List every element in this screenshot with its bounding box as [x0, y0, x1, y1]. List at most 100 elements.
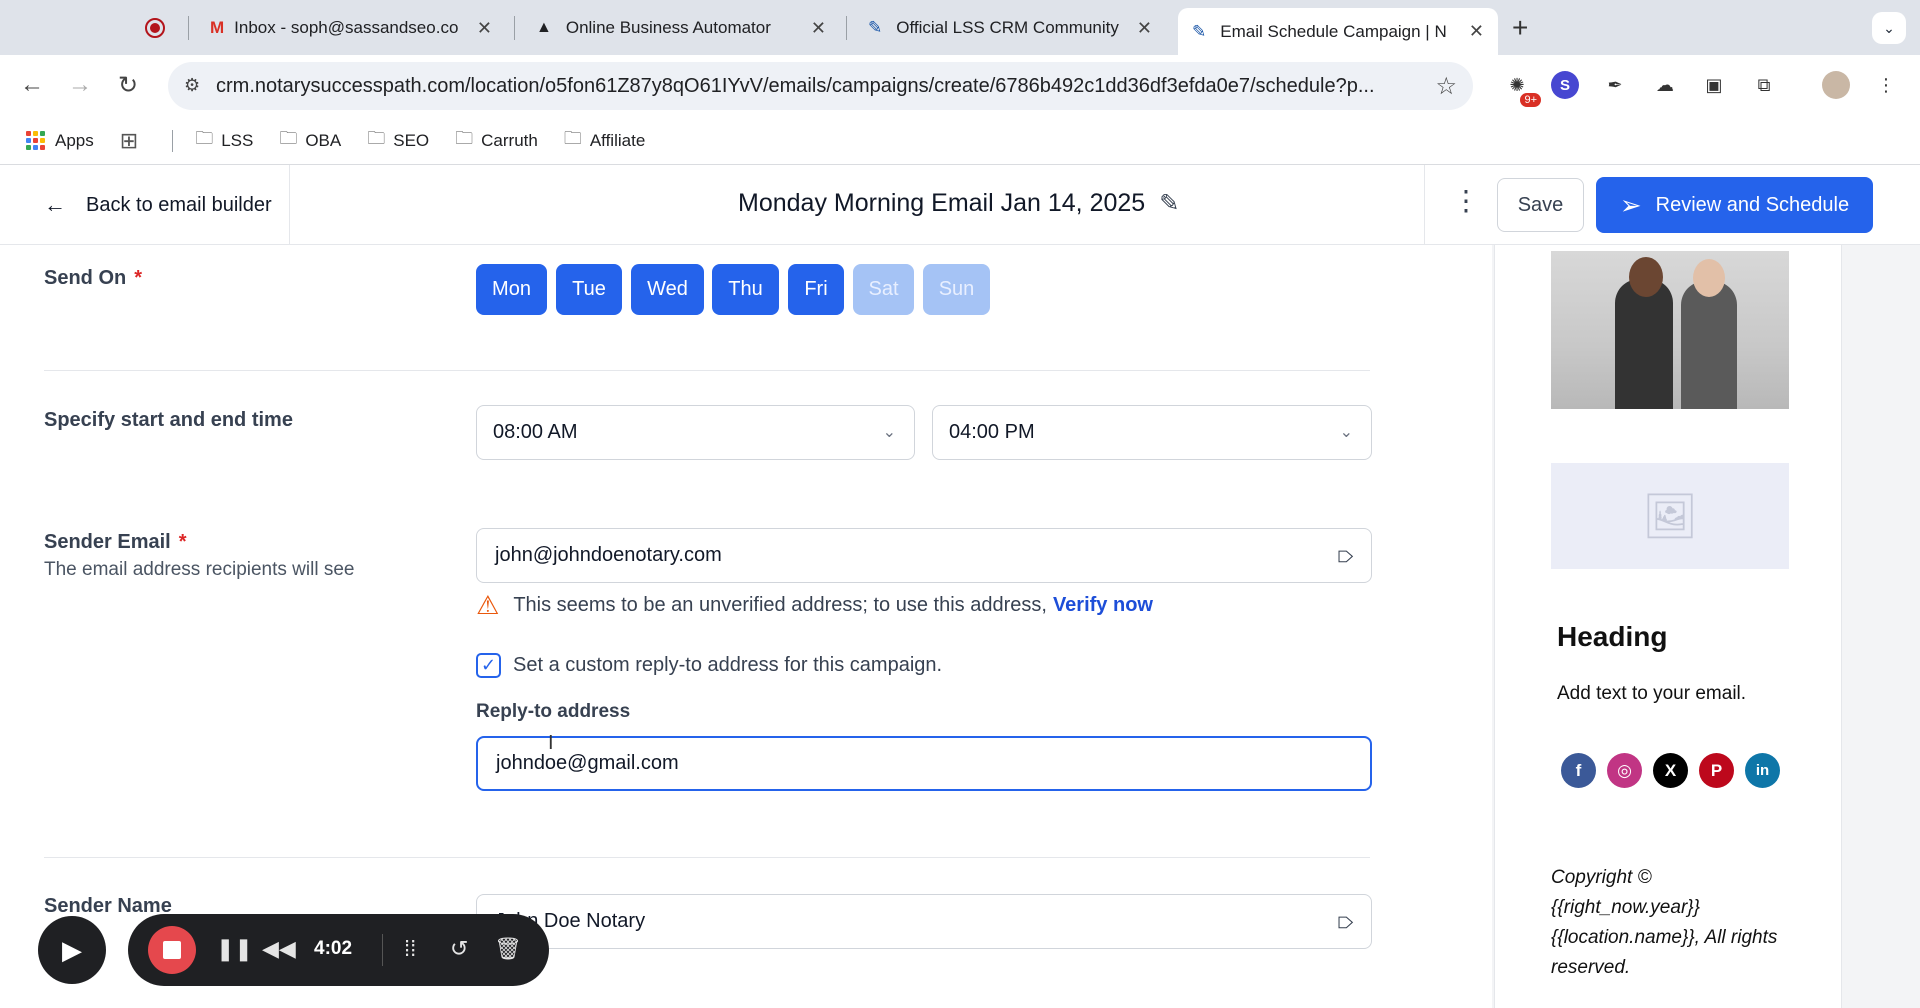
folder-icon: 🗀: [195, 127, 214, 148]
send-icon: ➢: [1619, 189, 1642, 220]
eyedropper-icon[interactable]: ✒: [1601, 71, 1629, 99]
grid-icon[interactable]: ⁞⁞: [404, 936, 416, 962]
tab-search-chevron-icon[interactable]: ⌄: [1872, 12, 1906, 44]
edit-pencil-icon[interactable]: ✎: [1159, 189, 1179, 218]
tag-icon[interactable]: ⌂: [1332, 915, 1363, 931]
tab-gmail[interactable]: M Inbox - soph@sassandseo.co ✕: [196, 8, 506, 48]
instagram-icon: ◎: [1607, 753, 1642, 788]
close-icon[interactable]: ✕: [1469, 21, 1484, 42]
recorder-separator: [382, 934, 383, 966]
preview-heading: Heading: [1557, 621, 1668, 652]
extension-s-icon[interactable]: S: [1551, 71, 1579, 99]
extension-notification-icon[interactable]: ✺ 9+: [1503, 71, 1541, 107]
chevron-down-icon: ⌄: [1339, 424, 1353, 441]
reply-to-input[interactable]: johndoe@gmail.com: [476, 736, 1372, 791]
tab-groups-icon[interactable]: ⊞: [120, 128, 146, 154]
reload-icon[interactable]: ↻: [118, 71, 138, 100]
bookmark-folder-affiliate[interactable]: 🗀 Affiliate: [564, 126, 645, 156]
close-icon[interactable]: ✕: [1137, 18, 1152, 39]
day-toggle-fri[interactable]: Fri: [788, 264, 844, 315]
sender-name-input[interactable]: John Doe Notary ⌂: [476, 894, 1372, 949]
tab-online-business-automator[interactable]: ▲ Online Business Automator ✕: [522, 8, 840, 48]
tab-separator: [846, 16, 847, 40]
tab-separator: [188, 16, 189, 40]
day-toggle-wed[interactable]: Wed: [631, 264, 704, 315]
bookmarks-bar: Apps ⊞ 🗀 LSS 🗀 OBA 🗀 SEO 🗀 Carruth 🗀 Affiliat…: [0, 117, 1920, 165]
day-toggle-sun[interactable]: Sun: [923, 264, 990, 315]
feather-icon: ✎: [1192, 21, 1207, 41]
social-icons: f ◎ X P in: [1561, 753, 1780, 788]
profile-avatar[interactable]: [1822, 71, 1850, 99]
header-divider: [1424, 165, 1425, 245]
bookmark-folder-seo[interactable]: 🗀 SEO: [367, 126, 429, 156]
bookmark-separator: [172, 129, 174, 152]
stop-recording-button[interactable]: [148, 926, 196, 974]
start-time-select[interactable]: 08:00 AM ⌄: [476, 405, 915, 460]
site-settings-icon[interactable]: ⚙: [184, 75, 200, 96]
address-bar[interactable]: ⚙ crm.notarysuccesspath.com/location/o5f…: [168, 62, 1473, 110]
gmail-icon: M: [210, 18, 225, 37]
new-tab-button[interactable]: +: [1512, 12, 1528, 44]
preview-copyright: Copyright © {{right_now.year}} {{locatio…: [1551, 867, 1778, 978]
x-icon: X: [1653, 753, 1688, 788]
send-on-label: Send On *: [44, 267, 143, 289]
tab-email-schedule-campaign[interactable]: ✎ Email Schedule Campaign | N ✕: [1178, 8, 1498, 55]
bookmark-folder-lss[interactable]: 🗀 LSS: [195, 126, 253, 156]
apps-grid-icon: [26, 131, 45, 150]
recorder-camera-icon[interactable]: ▶: [38, 916, 106, 984]
photo-person-left: [1615, 257, 1673, 409]
unverified-address-warning: ⚠ This seems to be an unverified address…: [476, 590, 1153, 620]
save-button[interactable]: Save: [1497, 178, 1584, 232]
image-placeholder-icon: 🖼: [1551, 463, 1789, 569]
trash-icon[interactable]: 🗑: [494, 936, 522, 962]
recording-timer: 4:02: [314, 938, 353, 959]
more-options-icon[interactable]: ⋮: [1452, 187, 1480, 215]
extensions-puzzle-icon[interactable]: ⧉: [1750, 71, 1778, 99]
pause-icon[interactable]: ❚❚: [216, 936, 253, 962]
bookmark-apps[interactable]: Apps: [26, 131, 94, 151]
preview-photo: [1551, 251, 1789, 409]
day-toggle-mon[interactable]: Mon: [476, 264, 547, 315]
verify-now-link[interactable]: Verify now: [1053, 594, 1153, 617]
bookmark-folder-oba[interactable]: 🗀 OBA: [279, 126, 341, 156]
day-toggle-thu[interactable]: Thu: [712, 264, 779, 315]
tag-icon[interactable]: ⌂: [1332, 549, 1363, 565]
recorder-controls: ❚❚ ◀◀ 4:02 ⁞⁞ ↺ 🗑: [128, 914, 549, 986]
end-time-select[interactable]: 04:00 PM ⌄: [932, 405, 1372, 460]
bookmark-folder-carruth[interactable]: 🗀 Carruth: [455, 126, 538, 156]
bookmark-star-icon[interactable]: ☆: [1435, 72, 1457, 101]
sender-email-input[interactable]: john@johndoenotary.com ⌂: [476, 528, 1372, 583]
custom-reply-to-checkbox[interactable]: ✓: [476, 653, 501, 678]
campaign-header: ← Back to email builder Monday Morning E…: [0, 165, 1920, 245]
url-text: crm.notarysuccesspath.com/location/o5fon…: [216, 74, 1375, 97]
folder-icon: 🗀: [563, 127, 582, 148]
email-preview: 🖼 Heading Add text to your email. f ◎ X …: [1494, 245, 1842, 1008]
pinterest-icon: P: [1699, 753, 1734, 788]
extension-cloud-icon[interactable]: ☁: [1651, 71, 1679, 99]
photo-person-right: [1681, 259, 1737, 409]
review-and-schedule-button[interactable]: ➢ Review and Schedule: [1596, 177, 1873, 233]
triangle-icon: ▲: [536, 19, 552, 36]
sender-email-label: Sender Email *: [44, 531, 187, 553]
day-toggle-sat[interactable]: Sat: [853, 264, 914, 315]
back-arrow-icon[interactable]: ←: [20, 71, 44, 99]
arrow-left-icon: ←: [44, 192, 66, 217]
rewind-icon[interactable]: ◀◀: [262, 936, 296, 962]
section-divider: [44, 370, 1370, 371]
close-icon[interactable]: ✕: [477, 18, 492, 39]
warning-triangle-icon: ⚠: [476, 590, 500, 620]
time-range-label: Specify start and end time: [44, 409, 293, 431]
folder-icon: 🗀: [455, 127, 474, 148]
preview-text: Add text to your email.: [1557, 683, 1747, 704]
back-to-email-builder-link[interactable]: ← Back to email builder: [0, 165, 290, 245]
browser-menu-icon[interactable]: ⋮: [1872, 71, 1900, 99]
day-toggle-tue[interactable]: Tue: [556, 264, 622, 315]
custom-reply-to-option[interactable]: ✓ Set a custom reply-to address for this…: [476, 653, 942, 678]
extension-tb-icon[interactable]: ▣: [1700, 71, 1728, 99]
folder-icon: 🗀: [367, 127, 386, 148]
recording-indicator-icon: [145, 18, 165, 38]
tab-lss-crm-community[interactable]: ✎ Official LSS CRM Community ✕: [854, 8, 1166, 48]
restart-icon[interactable]: ↺: [450, 936, 468, 962]
forward-arrow-icon[interactable]: →: [68, 71, 92, 99]
close-icon[interactable]: ✕: [811, 18, 826, 39]
